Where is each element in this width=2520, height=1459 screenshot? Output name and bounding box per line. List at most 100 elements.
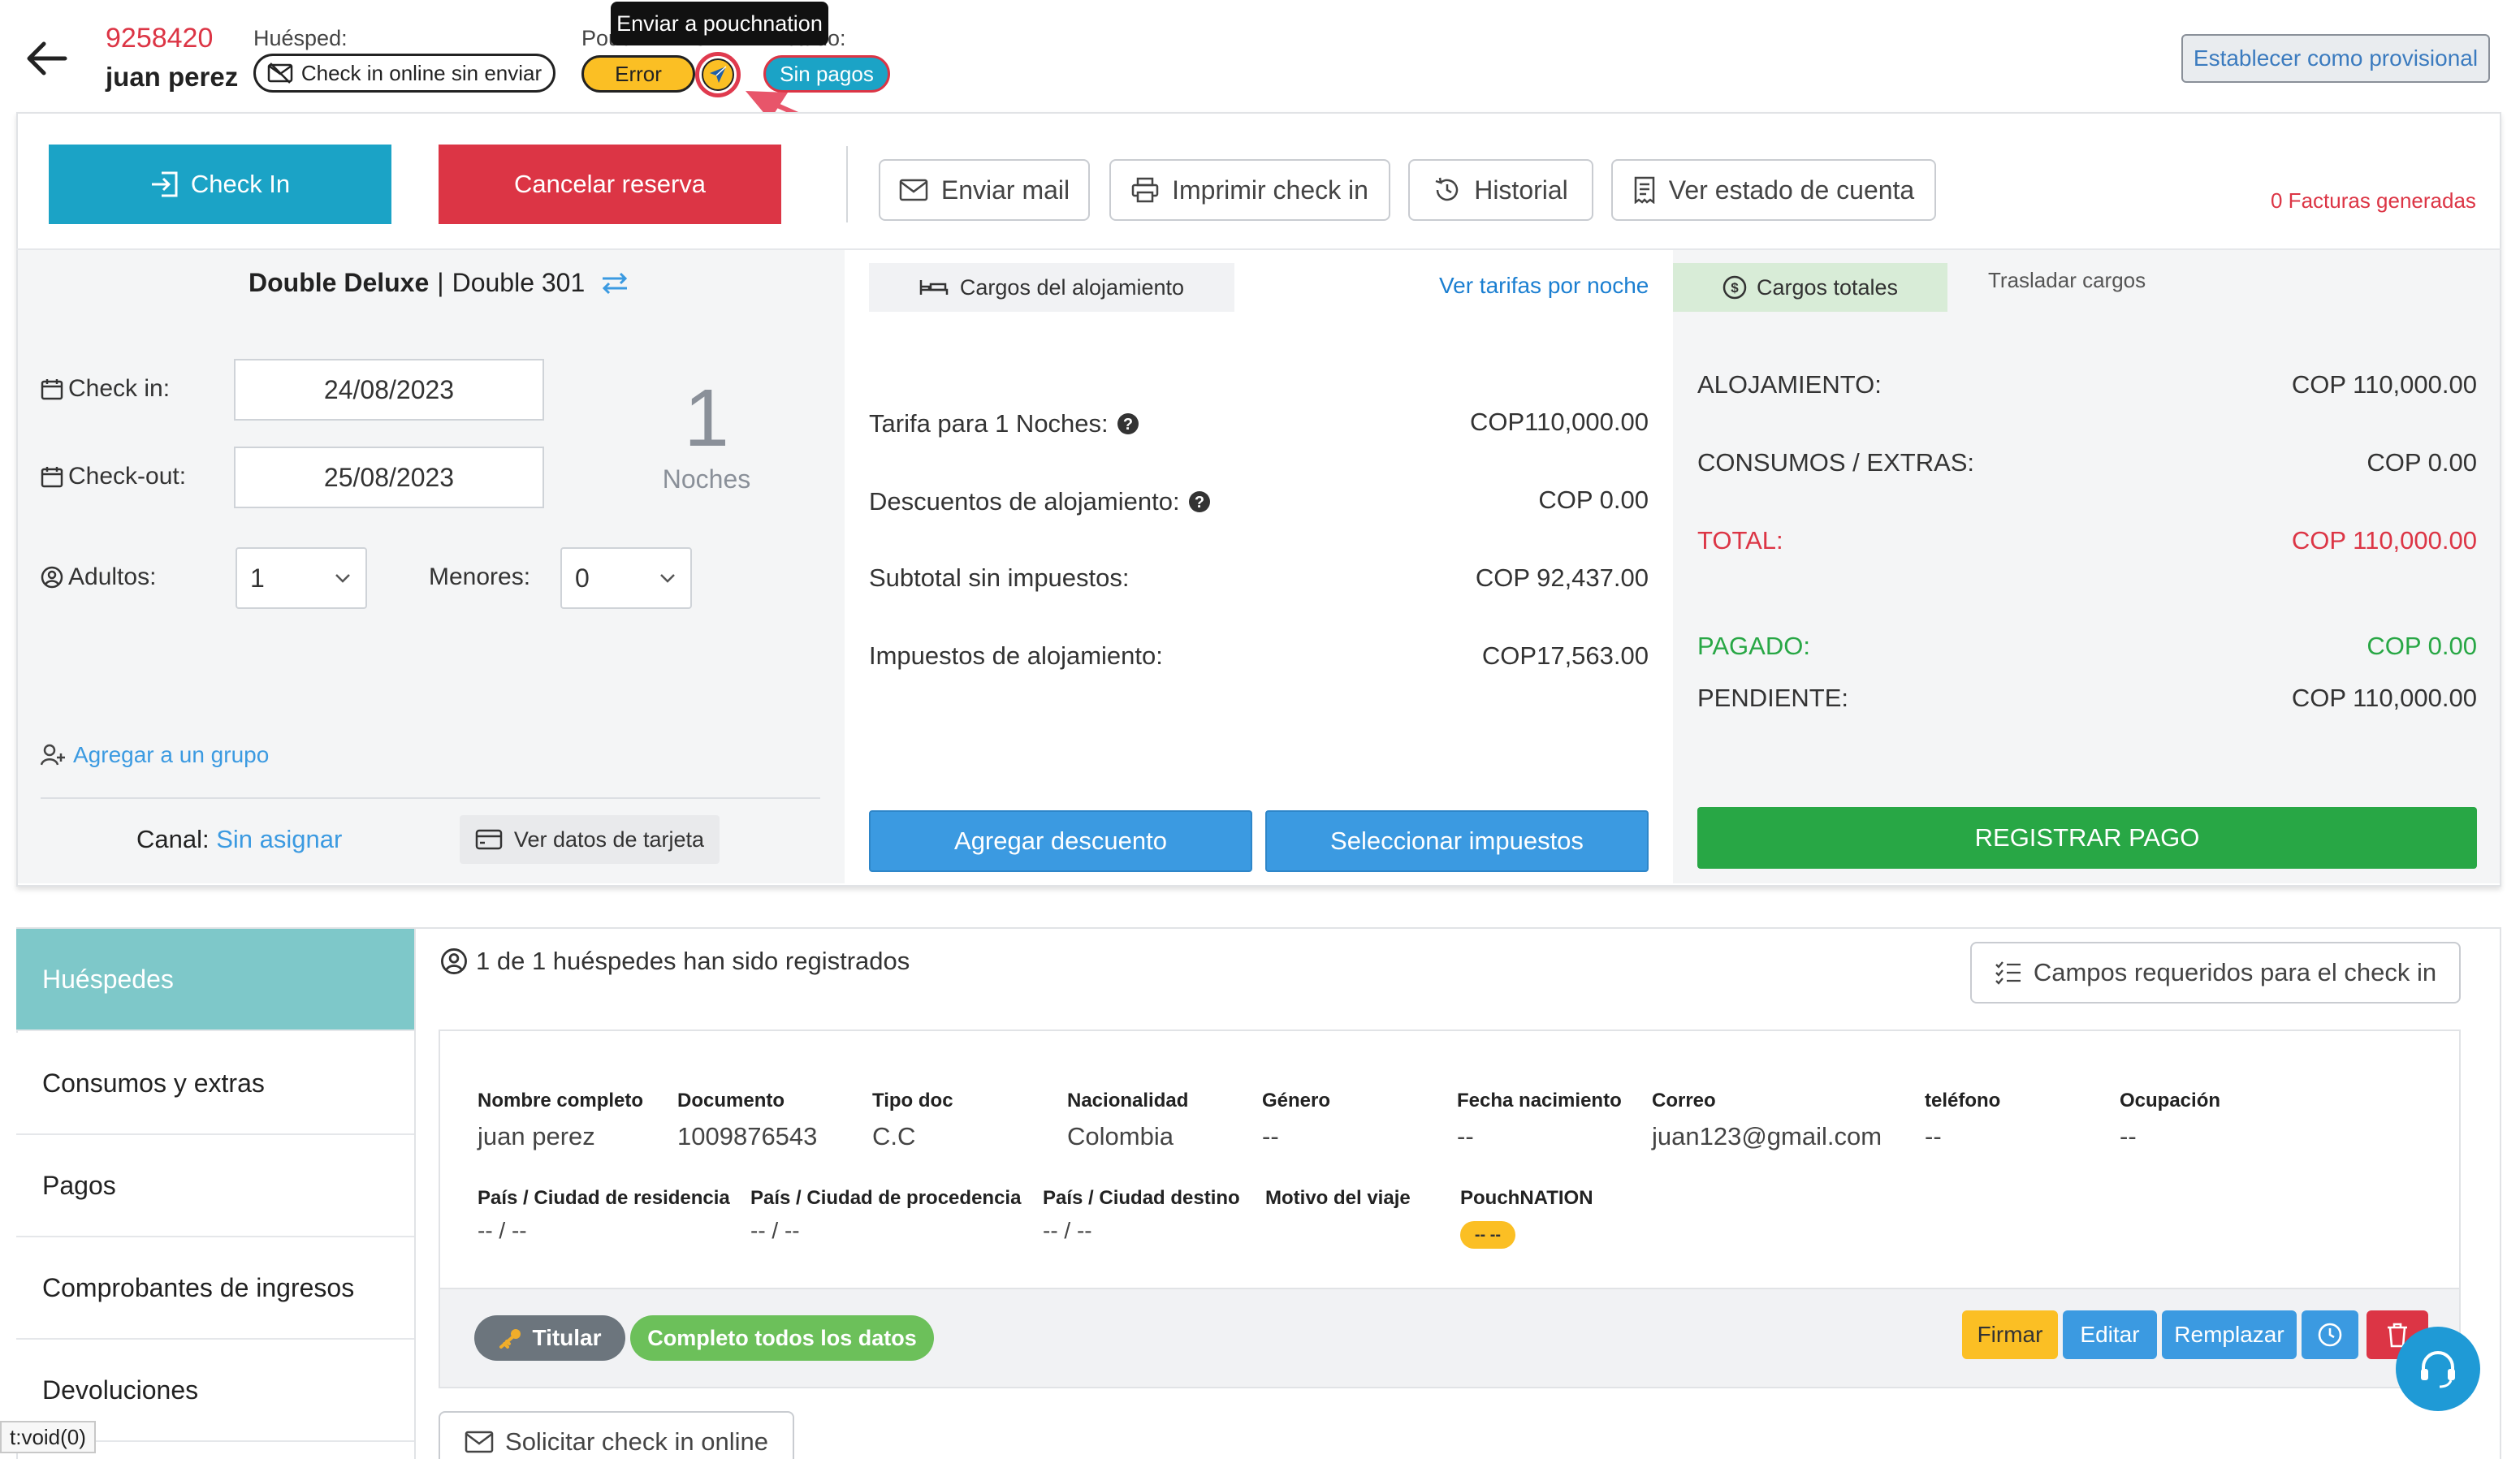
select-taxes-button[interactable]: Seleccionar impuestos	[1265, 810, 1649, 872]
headset-icon	[2421, 1351, 2455, 1388]
subtotal-label: Subtotal sin impuestos:	[869, 563, 1130, 592]
col-header-email: Correo	[1652, 1090, 1716, 1112]
tab-total-charges[interactable]: $ Cargos totales	[1673, 263, 1947, 312]
pouch-error-badge[interactable]: Error	[581, 55, 695, 93]
register-payment-button[interactable]: REGISTRAR PAGO	[1697, 807, 2477, 869]
svg-text:?: ?	[1123, 416, 1133, 434]
reservation-number: 9258420	[106, 23, 214, 54]
required-fields-button[interactable]: Campos requeridos para el check in	[1970, 942, 2461, 1004]
checkin-online-status-badge[interactable]: Check in online sin enviar	[253, 54, 555, 93]
col-header-phone: teléfono	[1925, 1090, 2001, 1112]
holder-badge: Titular	[474, 1315, 625, 1361]
schedule-button[interactable]	[2302, 1310, 2358, 1359]
cancel-reservation-button[interactable]: Cancelar reserva	[439, 145, 781, 224]
replace-button[interactable]: Remplazar	[2162, 1310, 2297, 1359]
tab-transfer-charges[interactable]: Trasladar cargos	[1988, 268, 2146, 293]
checkin-button[interactable]: Check In	[49, 145, 391, 224]
chevron-down-icon	[660, 574, 675, 583]
add-group-label: Agregar a un grupo	[73, 742, 270, 767]
card-data-button[interactable]: Ver datos de tarjeta	[460, 815, 720, 864]
back-arrow-icon[interactable]	[24, 39, 68, 78]
account-status-button[interactable]: Ver estado de cuenta	[1611, 159, 1936, 221]
user-circle-icon	[41, 566, 63, 589]
paid-value: COP 0.00	[2367, 632, 2477, 660]
help-icon[interactable]: ?	[1117, 412, 1139, 435]
channel-info: Canal: Sin asignar	[136, 825, 342, 854]
print-checkin-button[interactable]: Imprimir check in	[1109, 159, 1390, 221]
nights-count: 1	[684, 373, 729, 464]
invoices-count[interactable]: 0 Facturas generadas	[2271, 188, 2476, 214]
add-group-link[interactable]: Agregar a un grupo	[41, 742, 269, 768]
totals-column	[1673, 250, 2500, 883]
send-mail-button[interactable]: Enviar mail	[879, 159, 1090, 221]
minors-label: Menores:	[429, 563, 531, 590]
checkin-date-field[interactable]: 24/08/2023	[234, 359, 544, 421]
col-header-fullname: Nombre completo	[478, 1090, 644, 1112]
clock-icon	[2318, 1323, 2342, 1347]
guest-fullname: juan perez	[478, 1122, 595, 1150]
printer-icon	[1131, 177, 1159, 203]
edit-button[interactable]: Editar	[2063, 1310, 2157, 1359]
swap-icon[interactable]	[599, 270, 630, 296]
add-discount-button[interactable]: Agregar descuento	[869, 810, 1252, 872]
sidebar-item-guests[interactable]: Huéspedes	[16, 929, 414, 1031]
col-header-gender: Género	[1262, 1090, 1331, 1112]
browser-status-bar: t:void(0)	[0, 1421, 96, 1453]
channel-value[interactable]: Sin asignar	[216, 825, 342, 853]
login-icon	[151, 171, 178, 197]
guests-summary-text: 1 de 1 huéspedes han sido registrados	[476, 947, 910, 975]
subtotal-value: COP 92,437.00	[1475, 563, 1649, 592]
guest-document: 1009876543	[677, 1122, 818, 1150]
checkout-date-field[interactable]: 25/08/2023	[234, 447, 544, 508]
col-header-doctype: Tipo doc	[872, 1090, 953, 1112]
discounts-value: COP 0.00	[1538, 486, 1649, 514]
col-header-birthdate: Fecha nacimiento	[1457, 1090, 1622, 1112]
pouchnation-tooltip: Enviar a pouchnation	[611, 2, 828, 45]
request-online-checkin-button[interactable]: Solicitar check in online	[439, 1411, 794, 1459]
receipt-icon	[1634, 176, 1655, 204]
support-chat-button[interactable]	[2396, 1327, 2480, 1411]
col-header-residence: País / Ciudad de residencia	[478, 1187, 730, 1209]
rates-per-night-link[interactable]: Ver tarifas por noche	[1439, 273, 1649, 299]
required-fields-label: Campos requeridos para el check in	[2033, 958, 2437, 986]
set-provisional-button[interactable]: Establecer como provisional	[2181, 34, 2490, 83]
adults-select[interactable]: 1	[236, 547, 367, 609]
pending-value: COP 110,000.00	[2291, 684, 2477, 712]
guest-email: juan123@gmail.com	[1652, 1122, 1882, 1150]
user-circle-icon	[441, 948, 467, 974]
checkout-row-label: Check-out:	[41, 463, 186, 490]
svg-text:$: $	[1731, 280, 1739, 296]
checkin-row-label: Check in:	[41, 375, 170, 403]
guest-birthdate: --	[1457, 1122, 1474, 1150]
calendar-icon	[41, 467, 63, 488]
col-header-destination: País / Ciudad destino	[1043, 1187, 1240, 1209]
complete-data-badge: Completo todos los datos	[630, 1315, 934, 1361]
bed-icon	[919, 280, 949, 295]
help-icon[interactable]: ?	[1188, 490, 1211, 513]
minors-select[interactable]: 0	[560, 547, 692, 609]
history-icon	[1435, 177, 1459, 201]
card-data-label: Ver datos de tarjeta	[513, 827, 705, 852]
tab-lodging-charges[interactable]: Cargos del alojamiento	[869, 263, 1234, 312]
extras-total-label: CONSUMOS / EXTRAS:	[1697, 448, 1975, 477]
paid-label: PAGADO:	[1697, 632, 1810, 660]
guest-destination: -- / --	[1043, 1218, 1092, 1243]
grand-total-value: COP 110,000.00	[2291, 526, 2477, 555]
sidebar-item-payments[interactable]: Pagos	[16, 1135, 414, 1237]
calendar-icon	[41, 379, 63, 400]
sign-button[interactable]: Firmar	[1962, 1310, 2058, 1359]
mail-off-icon	[267, 63, 293, 84]
channel-label: Canal:	[136, 825, 210, 853]
col-header-trip-reason: Motivo del viaje	[1265, 1187, 1411, 1209]
mail-icon	[465, 1431, 494, 1453]
tab-lodging-label: Cargos del alojamiento	[959, 274, 1185, 300]
sidebar-item-receipts[interactable]: Comprobantes de ingresos	[16, 1237, 414, 1340]
dollar-circle-icon: $	[1723, 275, 1747, 300]
mail-icon	[899, 179, 928, 201]
sidebar-item-consumptions[interactable]: Consumos y extras	[16, 1033, 414, 1135]
col-header-nationality: Nacionalidad	[1067, 1090, 1189, 1112]
history-button[interactable]: Historial	[1408, 159, 1593, 221]
guest-pouchnation-badge: -- --	[1460, 1221, 1515, 1249]
adults-row-label: Adultos:	[41, 563, 156, 591]
send-mail-label: Enviar mail	[940, 175, 1070, 205]
